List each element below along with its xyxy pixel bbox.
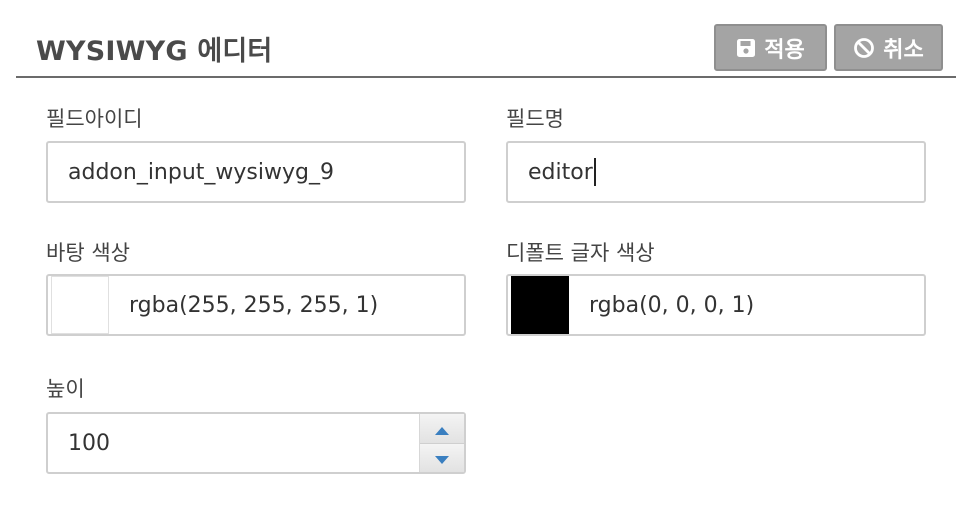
field-id-input[interactable]: addon_input_wysiwyg_9 (46, 141, 466, 203)
height-value: 100 (68, 430, 110, 456)
text-color-swatch[interactable] (511, 276, 569, 334)
text-color-value: rgba(0, 0, 0, 1) (589, 292, 755, 318)
page-title: WYSIWYG 에디터 (36, 36, 273, 67)
field-id-value: addon_input_wysiwyg_9 (68, 159, 334, 185)
cancel-button[interactable]: 취소 (834, 24, 943, 71)
wysiwyg-editor-panel: WYSIWYG 에디터 적용 취소 필드아이디 addon_input_wysi… (0, 0, 970, 512)
bg-color-value: rgba(255, 255, 255, 1) (129, 292, 379, 318)
floppy-disk-icon (736, 38, 756, 58)
bg-color-input[interactable]: rgba(255, 255, 255, 1) (46, 274, 466, 336)
apply-button[interactable]: 적용 (714, 24, 827, 71)
field-name-value: editor (528, 159, 593, 185)
spin-up-button[interactable] (420, 414, 464, 443)
spin-down-button[interactable] (420, 442, 464, 472)
bg-color-swatch[interactable] (51, 276, 109, 334)
field-name-label: 필드명 (506, 107, 564, 131)
triangle-down-icon (435, 445, 449, 470)
panel-header: WYSIWYG 에디터 적용 취소 (16, 0, 956, 78)
apply-label: 적용 (764, 37, 805, 63)
height-spinner (419, 414, 464, 472)
field-name-input[interactable]: editor (506, 141, 926, 203)
triangle-up-icon (435, 416, 449, 441)
height-input[interactable]: 100 (46, 412, 466, 474)
text-color-label: 디폴트 글자 색상 (506, 241, 655, 265)
bg-color-label: 바탕 색상 (46, 241, 130, 265)
text-cursor (593, 158, 596, 186)
height-label: 높이 (46, 377, 85, 401)
field-id-label: 필드아이디 (46, 107, 143, 131)
ban-icon (853, 37, 875, 59)
text-color-input[interactable]: rgba(0, 0, 0, 1) (506, 274, 926, 336)
cancel-label: 취소 (883, 37, 924, 63)
